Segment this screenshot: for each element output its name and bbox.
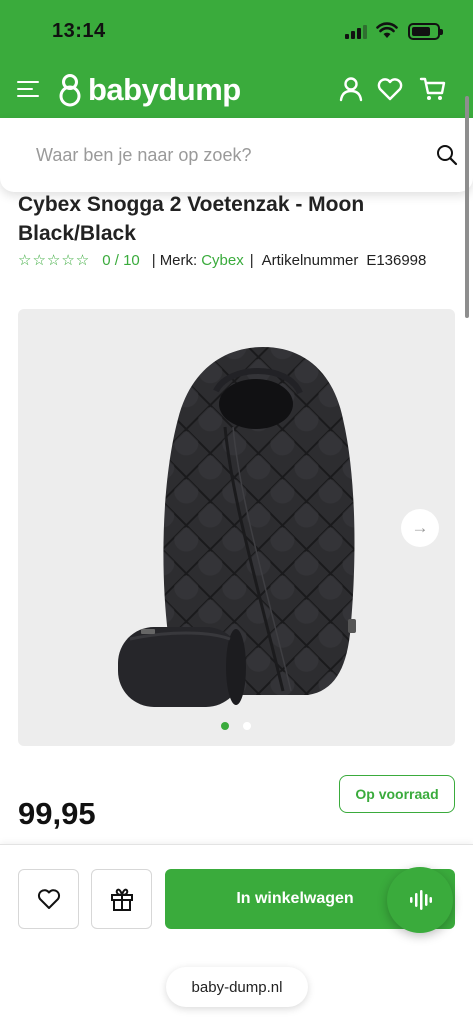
brand-logo[interactable]: babydump (57, 70, 241, 110)
divider: | (151, 251, 156, 269)
main-nav: babydump (0, 62, 473, 118)
stock-badge: Op voorraad (339, 775, 455, 813)
battery-icon (408, 23, 443, 40)
user-icon[interactable] (336, 74, 366, 104)
voice-wave-icon[interactable] (387, 867, 453, 933)
divider: | (249, 251, 254, 269)
search-icon[interactable] (436, 144, 458, 166)
gift-button[interactable] (91, 869, 152, 929)
status-bar: 13:14 (0, 0, 473, 62)
gift-icon (110, 888, 133, 911)
search-bar (0, 118, 473, 192)
wifi-icon (376, 22, 398, 38)
arrow-right-icon[interactable]: → (401, 509, 439, 547)
product-price: 99,95 (18, 796, 96, 831)
product-meta: ☆☆☆☆☆ 0 / 10 | Merk: Cybex | Artikelnumm… (18, 250, 426, 270)
brand-label: Merk: (159, 251, 198, 269)
search-input[interactable] (20, 132, 420, 178)
wishlist-button[interactable] (18, 869, 79, 929)
gallery-dot[interactable] (243, 722, 251, 730)
heart-icon (37, 889, 60, 909)
brand-name: babydump (88, 72, 241, 107)
product-title: Cybex Snogga 2 Voetenzak - Moon Black/Bl… (18, 193, 365, 245)
top-header: 13:14 babydump (0, 0, 473, 118)
product-gallery[interactable]: → (18, 309, 455, 746)
cellular-signal-icon (345, 25, 369, 39)
article-number: E136998 (366, 251, 427, 269)
status-time: 13:14 (52, 20, 106, 42)
browser-url-bar[interactable]: baby-dump.nl (166, 967, 308, 1007)
rating-score[interactable]: 0 / 10 (102, 252, 140, 269)
cart-icon[interactable] (418, 74, 448, 104)
gallery-dot[interactable] (221, 722, 229, 730)
hamburger-menu-icon[interactable] (17, 78, 39, 100)
logo-mark-icon (59, 74, 81, 107)
rating-stars-icon[interactable]: ☆☆☆☆☆ (18, 251, 90, 269)
heart-icon[interactable] (375, 74, 405, 104)
gallery-pagination (221, 722, 251, 730)
brand-link[interactable]: Cybex (201, 252, 244, 269)
page-scrollbar[interactable] (465, 96, 469, 318)
article-label: Artikelnummer (261, 251, 359, 269)
product-image (118, 347, 356, 707)
